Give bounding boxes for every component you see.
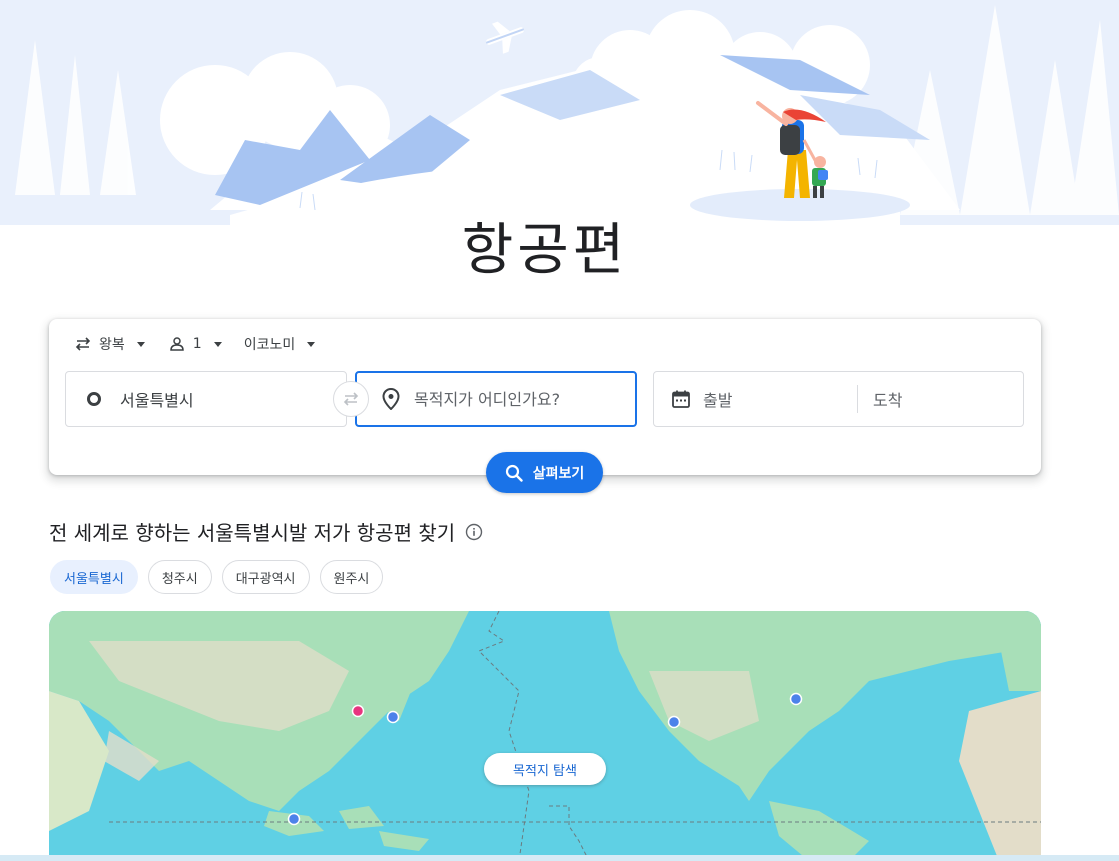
cabin-class-label: 이코노미	[243, 337, 296, 353]
explore-heading-text: 전 세계로 향하는 서울특별시발 저가 항공편 찾기	[49, 521, 456, 545]
bottom-strip	[0, 855, 1119, 861]
destination-field[interactable]	[355, 371, 637, 427]
trip-type-label: 왕복	[99, 337, 125, 353]
chip-seoul[interactable]: 서울특별시	[50, 560, 138, 594]
passengers-count: 1	[192, 336, 202, 352]
origin-city-chips: 서울특별시 청주시 대구광역시 원주시	[50, 560, 393, 594]
explore-button-label: 살펴보기	[532, 465, 585, 482]
page-title: 항공편	[461, 218, 629, 283]
departure-date[interactable]: 출발	[703, 387, 857, 411]
swap-arrows-icon	[343, 392, 359, 406]
swap-arrows-icon	[73, 334, 93, 354]
destination-map[interactable]: 목적지 탐색	[49, 611, 1041, 861]
trip-type-dropdown[interactable]: 왕복	[73, 334, 145, 354]
origin-field[interactable]: 서울특별시	[65, 371, 347, 427]
search-icon	[505, 464, 523, 482]
cabin-class-dropdown[interactable]: 이코노미	[244, 334, 316, 354]
chevron-down-icon	[136, 341, 145, 347]
dates-field[interactable]: 출발 도착	[653, 371, 1024, 427]
circle-icon	[87, 392, 101, 406]
explore-destinations-button[interactable]: 목적지 탐색	[484, 753, 606, 785]
explore-button[interactable]: 살펴보기	[486, 452, 603, 493]
search-options-row: 왕복 1 이코노미	[73, 333, 337, 355]
info-icon[interactable]	[465, 523, 483, 541]
explore-heading: 전 세계로 향하는 서울특별시발 저가 항공편 찾기	[49, 517, 483, 546]
calendar-icon	[671, 389, 691, 409]
chip-daegu[interactable]: 대구광역시	[221, 560, 310, 594]
passengers-dropdown[interactable]: 1	[167, 334, 222, 354]
swap-origin-destination-button[interactable]	[333, 381, 369, 417]
hero-illustration	[0, 0, 1119, 225]
chevron-down-icon	[213, 341, 222, 347]
origin-value: 서울특별시	[120, 391, 194, 410]
return-date[interactable]: 도착	[873, 387, 902, 411]
chevron-down-icon	[307, 341, 316, 347]
location-pin-icon	[382, 388, 400, 410]
person-icon	[167, 334, 187, 354]
date-divider	[857, 385, 858, 413]
chip-wonju[interactable]: 원주시	[319, 560, 384, 594]
chip-cheongju[interactable]: 청주시	[147, 560, 212, 594]
destination-input[interactable]	[414, 389, 614, 409]
